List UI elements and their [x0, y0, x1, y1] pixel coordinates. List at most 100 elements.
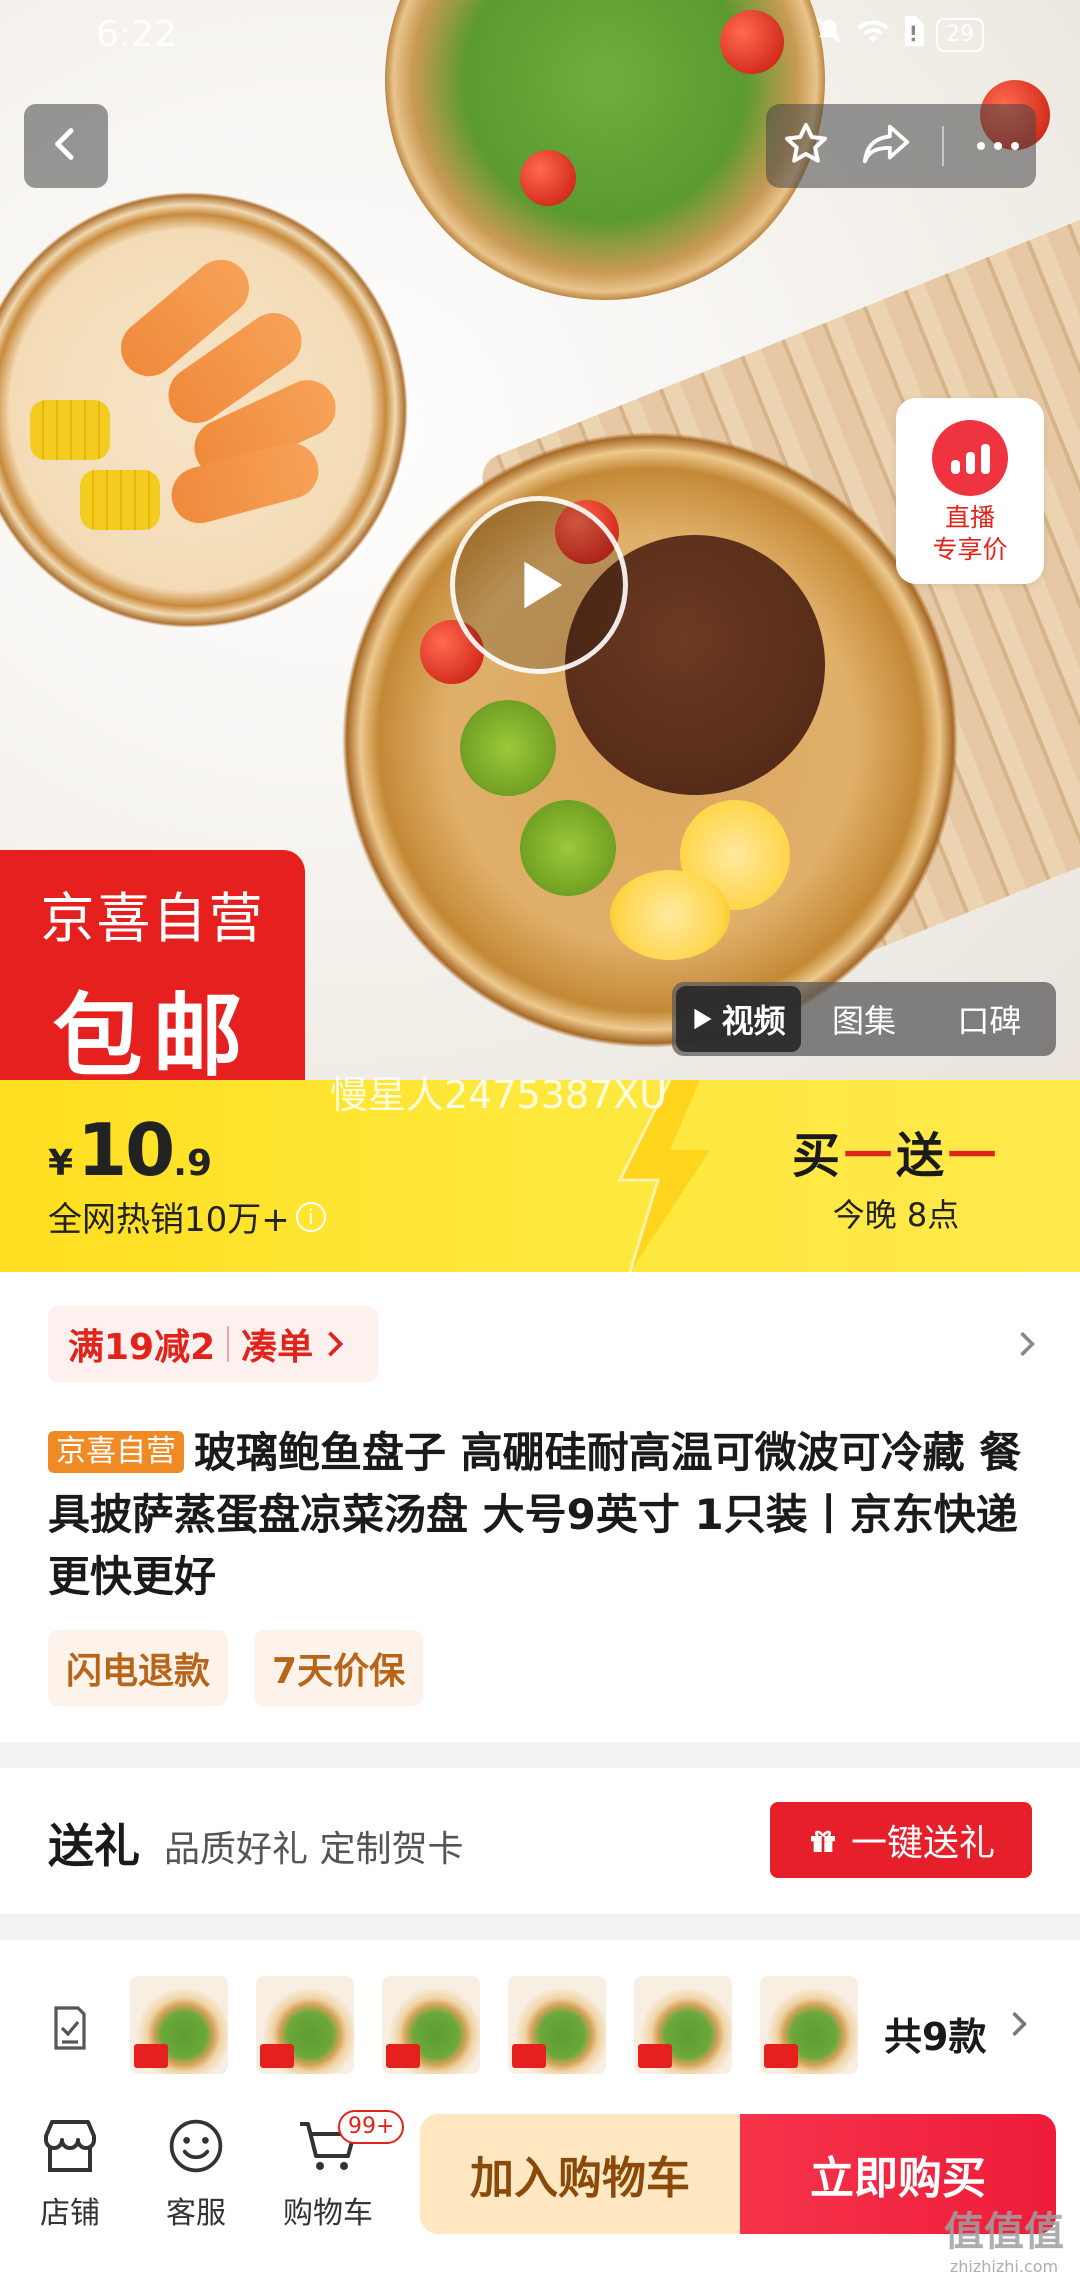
thumbnail-badge — [512, 2044, 546, 2068]
favorite-button[interactable] — [782, 120, 830, 172]
service-label: 客服 — [166, 2196, 226, 2231]
store-icon — [44, 2120, 96, 2172]
promo-dash: 一 — [947, 1128, 1000, 1184]
thumbnail-badge — [260, 2044, 294, 2068]
chevron-right-icon — [1012, 2011, 1027, 2037]
chevron-right-icon — [1020, 1331, 1035, 1357]
variant-thumbnails — [130, 1976, 858, 2074]
tab-video[interactable]: 视频 — [676, 986, 802, 1052]
live-exclusive-price-badge[interactable]: 直播 专享价 — [896, 398, 1044, 584]
promo-title: 买一送一 — [792, 1116, 1000, 1186]
status-time: 6:22 — [96, 14, 177, 55]
thumbnail-badge — [764, 2044, 798, 2068]
variant-thumbnail[interactable] — [130, 1976, 228, 2074]
mute-icon — [814, 16, 844, 53]
variant-thumbnail[interactable] — [256, 1976, 354, 2074]
service-tag-fast-refund[interactable]: 闪电退款 — [48, 1630, 229, 1706]
play-video-button[interactable] — [450, 496, 628, 674]
self-operated-tag: 京喜自营 — [48, 1431, 184, 1473]
site-watermark-domain: zhizhizhi.com — [949, 2257, 1059, 2276]
gift-title: 送礼 — [48, 1819, 140, 1873]
price-currency: ¥ — [48, 1143, 74, 1184]
share-icon — [862, 124, 909, 164]
store-label: 店铺 — [40, 2196, 100, 2231]
share-button[interactable] — [861, 120, 911, 172]
tab-reviews[interactable]: 口碑 — [927, 986, 1052, 1052]
product-detail-page: 6:22 29 直播 专享价 京喜自营 包邮 视频 图集 口碑 ¥ 10 .9 … — [0, 0, 1080, 2280]
service-tags: 闪电退款 7天价保 — [48, 1630, 424, 1706]
media-tabs: 视频 图集 口碑 — [672, 982, 1056, 1056]
coupon-chip[interactable]: 满19减2 凑单 — [48, 1306, 378, 1382]
tomato-image — [520, 150, 576, 206]
variants-more-button[interactable] — [1010, 2004, 1028, 2048]
product-info-card: 满19减2 凑单 京喜自营 玻璃鲍鱼盘子 高硼硅耐高温可微波可冷藏 餐具披萨蒸蛋盘… — [0, 1272, 1080, 1742]
cart-button[interactable]: 99+ 购物车 — [268, 2110, 405, 2232]
bottom-action-bar: 店铺 客服 99+ 购物车 加入购物车 立即购买 值值值 zhizhizhi.c… — [0, 2092, 1080, 2280]
user-watermark: 慢星人2475387XU — [330, 1073, 668, 1117]
variant-count: 共9款 — [884, 2015, 987, 2059]
tab-reviews-label: 口碑 — [957, 1002, 1022, 1040]
lemon-image — [610, 870, 730, 960]
product-title-block: 京喜自营 玻璃鲍鱼盘子 高硼硅耐高温可微波可冷藏 餐具披萨蒸蛋盘凉菜汤盘 大号9英… — [48, 1422, 1038, 1608]
chevron-right-icon — [328, 1331, 344, 1357]
price-integer: 10 — [77, 1108, 175, 1192]
thumbnail-badge — [134, 2044, 168, 2068]
service-tag-price-protection[interactable]: 7天价保 — [254, 1630, 424, 1706]
more-dots-icon — [976, 141, 1019, 150]
corn-image — [80, 470, 160, 530]
hot-sales-info[interactable]: 全网热销10万+ i — [48, 1192, 326, 1241]
divider — [227, 1326, 230, 1362]
broccoli-image — [520, 800, 616, 896]
promo-dash: 一 — [843, 1128, 896, 1184]
variant-thumbnail[interactable] — [382, 1976, 480, 2074]
status-bar: 6:22 29 — [0, 0, 1080, 78]
badge-line1: 京喜自营 — [40, 887, 265, 950]
tab-gallery[interactable]: 图集 — [801, 986, 926, 1052]
back-button[interactable] — [24, 104, 108, 188]
variant-thumbnail[interactable] — [634, 1976, 732, 2074]
status-icons: 29 — [814, 16, 984, 53]
star-icon — [784, 123, 827, 163]
product-title: 玻璃鲍鱼盘子 高硼硅耐高温可微波可冷藏 餐具披萨蒸蛋盘凉菜汤盘 大号9英寸 1只… — [48, 1428, 1022, 1601]
chevron-left-icon — [46, 124, 86, 168]
variant-thumbnail[interactable] — [760, 1976, 858, 2074]
badge-line2: 包邮 — [52, 984, 253, 1080]
buy-one-get-one-promo: 买一送一 今晚 8点 — [792, 1116, 1000, 1236]
live-badge-line1: 直播 — [944, 503, 995, 532]
info-icon[interactable]: i — [295, 1201, 326, 1232]
product-hero-image[interactable]: 6:22 29 直播 专享价 京喜自营 包邮 视频 图集 口碑 — [0, 0, 1080, 1080]
top-action-group — [766, 104, 1036, 188]
sim-icon — [902, 16, 924, 53]
price-decimal: .9 — [173, 1143, 212, 1184]
play-small-icon — [694, 1008, 712, 1030]
play-icon — [524, 561, 563, 609]
tab-gallery-label: 图集 — [831, 1002, 896, 1040]
coupon-discount: 满19减2 — [68, 1327, 216, 1368]
tab-video-label: 视频 — [721, 1002, 786, 1040]
gift-row: 送礼 品质好礼 定制贺卡 一键送礼 — [0, 1768, 1080, 1914]
store-button[interactable]: 店铺 — [10, 2116, 130, 2232]
send-gift-label: 一键送礼 — [850, 1823, 995, 1864]
promo-word-buy: 买 — [791, 1128, 844, 1184]
thumbnail-badge — [386, 2044, 420, 2068]
send-gift-button[interactable]: 一键送礼 — [770, 1802, 1032, 1878]
live-bars-icon — [932, 420, 1008, 496]
thumbnail-badge — [638, 2044, 672, 2068]
more-button[interactable] — [975, 137, 1021, 156]
site-watermark-logo: 值值值 — [944, 2209, 1064, 2255]
coupon-action: 凑单 — [241, 1327, 314, 1368]
promo-word-get: 送 — [895, 1128, 948, 1184]
gift-subtitle: 品质好礼 定制贺卡 — [164, 1829, 464, 1870]
gift-icon — [810, 1830, 835, 1852]
smiley-chat-icon — [169, 2119, 223, 2173]
self-operated-free-shipping-badge: 京喜自营 包邮 — [0, 850, 305, 1080]
coupon-more-button[interactable] — [1018, 1324, 1036, 1368]
wifi-icon — [856, 16, 890, 53]
battery-indicator: 29 — [936, 17, 984, 52]
add-to-cart-button[interactable]: 加入购物车 — [420, 2114, 740, 2234]
selection-checklist-icon — [54, 2006, 86, 2050]
customer-service-button[interactable]: 客服 — [136, 2116, 256, 2232]
corn-image — [30, 400, 110, 460]
divider — [941, 126, 944, 166]
variant-thumbnail[interactable] — [508, 1976, 606, 2074]
